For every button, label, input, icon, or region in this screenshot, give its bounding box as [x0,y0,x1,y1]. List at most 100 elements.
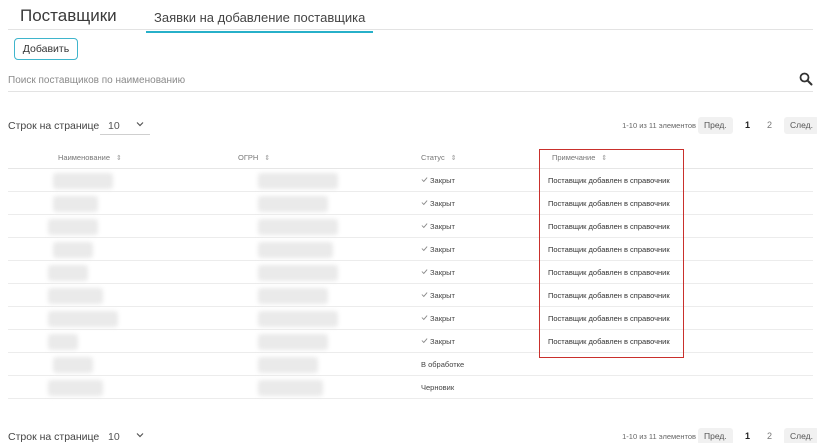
note-cell: Поставщик добавлен в справочник [548,176,670,185]
page-2-button[interactable]: 2 [767,120,772,130]
search-bar [8,68,813,92]
redacted-ogrn [258,334,328,350]
check-icon [421,315,428,321]
redacted-ogrn [258,357,318,373]
tab-suppliers[interactable]: Поставщики [20,6,117,26]
status-cell: Закрыт [421,199,455,208]
next-page-button[interactable]: След. [784,428,817,443]
rows-per-page-label: Строк на странице [8,431,100,443]
check-icon [421,246,428,252]
note-cell: Поставщик добавлен в справочник [548,222,670,231]
check-icon [421,292,428,298]
tab-supplier-requests[interactable]: Заявки на добавление поставщика [146,10,374,33]
redacted-ogrn [258,380,323,396]
pager-bottom: Строк на странице 10 1-10 из 11 элементо… [8,427,817,443]
status-cell: Черновик [421,383,454,392]
table-row[interactable]: Черновик [8,376,813,399]
table-row[interactable]: Закрыт Поставщик добавлен в справочник [8,307,813,330]
status-text: Закрыт [430,291,455,300]
note-cell: Поставщик добавлен в справочник [548,337,670,346]
rows-per-page-label: Строк на странице [8,120,100,132]
page-1-button[interactable]: 1 [745,120,750,130]
table-row[interactable]: Закрыт Поставщик добавлен в справочник [8,330,813,353]
redacted-ogrn [258,311,338,327]
status-cell: Закрыт [421,337,455,346]
table-body: Закрыт Поставщик добавлен в справочник Зак… [8,169,813,399]
next-page-button[interactable]: След. [784,117,817,134]
redacted-name [53,357,93,373]
status-text: Закрыт [430,337,455,346]
status-text: Закрыт [430,268,455,277]
redacted-name [48,265,88,281]
redacted-ogrn [258,288,328,304]
check-icon [421,200,428,206]
status-cell: Закрыт [421,245,455,254]
status-cell: Закрыт [421,268,455,277]
range-text: 1-10 из 11 элементов [622,121,696,130]
prev-page-button[interactable]: Пред. [698,117,733,134]
table-row[interactable]: Закрыт Поставщик добавлен в справочник [8,284,813,307]
redacted-ogrn [258,219,338,235]
check-icon [421,223,428,229]
tabs-bar: Поставщики Заявки на добавление поставщи… [8,0,813,33]
status-text: Закрыт [430,245,455,254]
page-1-button[interactable]: 1 [745,431,750,441]
status-text: Закрыт [430,222,455,231]
status-text: Закрыт [430,314,455,323]
table-row[interactable]: В обработке [8,353,813,376]
redacted-name [53,196,98,212]
status-text: В обработке [421,360,465,369]
redacted-name [48,219,98,235]
status-cell: Закрыт [421,291,455,300]
redacted-name [48,288,103,304]
status-text: Закрыт [430,176,455,185]
table-row[interactable]: Закрыт Поставщик добавлен в справочник [8,238,813,261]
table-row[interactable]: Закрыт Поставщик добавлен в справочник [8,215,813,238]
search-icon[interactable] [799,72,813,86]
pager-top: Строк на странице 10 1-10 из 11 элементо… [8,116,817,136]
redacted-name [48,311,118,327]
header-name[interactable]: Наименование ⇕ [58,153,122,162]
table-row[interactable]: Закрыт Поставщик добавлен в справочник [8,169,813,192]
chevron-down-icon [136,122,144,127]
header-ogrn[interactable]: ОГРН ⇕ [238,153,270,162]
redacted-name [53,173,113,189]
redacted-name [48,334,78,350]
range-text: 1-10 из 11 элементов [622,432,696,441]
rows-per-page-select[interactable]: 10 [100,427,150,443]
redacted-ogrn [258,196,328,212]
redacted-name [53,242,93,258]
note-cell: Поставщик добавлен в справочник [548,314,670,323]
check-icon [421,269,428,275]
note-cell: Поставщик добавлен в справочник [548,199,670,208]
rows-per-page-select[interactable]: 10 [100,116,150,135]
status-cell: Закрыт [421,176,455,185]
table-header: Наименование ⇕ ОГРН ⇕ Статус ⇕ Примечание ⇕ [8,147,813,169]
prev-page-button[interactable]: Пред. [698,428,733,443]
status-cell: В обработке [421,360,464,369]
redacted-ogrn [258,265,338,281]
header-note[interactable]: Примечание ⇕ [552,153,607,162]
note-cell: Поставщик добавлен в справочник [548,268,670,277]
status-text: Закрыт [430,199,455,208]
status-cell: Закрыт [421,314,455,323]
header-status[interactable]: Статус ⇕ [421,153,457,162]
table-row[interactable]: Закрыт Поставщик добавлен в справочник [8,192,813,215]
chevron-down-icon [136,433,144,438]
rows-per-page-value: 10 [108,120,120,132]
note-cell: Поставщик добавлен в справочник [548,291,670,300]
status-cell: Закрыт [421,222,455,231]
suppliers-table: Наименование ⇕ ОГРН ⇕ Статус ⇕ Примечание ⇕ … [8,147,813,399]
table-row[interactable]: Закрыт Поставщик добавлен в справочник [8,261,813,284]
rows-per-page-value: 10 [108,431,120,443]
check-icon [421,338,428,344]
check-icon [421,177,428,183]
add-button[interactable]: Добавить [14,38,78,60]
status-text: Черновик [421,383,455,392]
page-2-button[interactable]: 2 [767,431,772,441]
redacted-ogrn [258,173,338,189]
redacted-ogrn [258,242,333,258]
search-input[interactable] [8,72,768,88]
redacted-name [48,380,103,396]
note-cell: Поставщик добавлен в справочник [548,245,670,254]
